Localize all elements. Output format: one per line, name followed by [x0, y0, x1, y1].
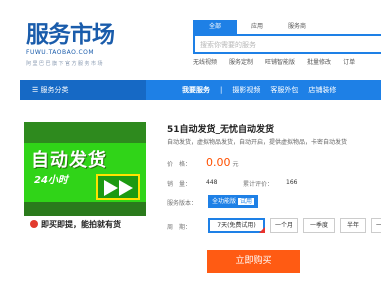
period-option-halfyear[interactable]: 半年	[340, 218, 366, 233]
nav-item-shop-decoration[interactable]: 店铺装修	[308, 80, 336, 100]
price-label: 价 格：	[167, 161, 192, 168]
nav-item-my-service[interactable]: 我要服务	[182, 80, 210, 100]
logo-domain: FUWU.TAOBAO.COM	[26, 49, 95, 56]
category-label: 服务分类	[40, 86, 69, 94]
product-image-hours: 24小时	[34, 175, 68, 186]
version-label: 服务版本：	[167, 200, 198, 207]
reviews-value[interactable]: 166	[286, 179, 297, 186]
search-tabs: 全部 应用 服务商	[193, 20, 317, 34]
hot-search-links: 无线视频 服务定制 旺铺智能版 批量修改 订单	[193, 57, 367, 66]
main-nav: ☰ 服务分类 我要服务 | 摄影视频 客服外包 店铺装修	[20, 80, 381, 100]
play-icon	[96, 174, 140, 200]
period-option-quarter[interactable]: 一季度	[303, 218, 335, 233]
nav-links: 我要服务 | 摄影视频 客服外包 店铺装修	[182, 80, 346, 100]
product-image-slogan: 即买即提，能拍就有货	[30, 219, 121, 230]
nav-item-photo-video[interactable]: 摄影视频	[232, 80, 260, 100]
category-menu[interactable]: ☰ 服务分类	[20, 80, 146, 100]
logo-slogan: 阿里巴巴旗下官方服务市场	[26, 61, 105, 67]
trial-badge: 试用	[238, 198, 255, 205]
version-option[interactable]: 全功能版 试用	[208, 195, 259, 208]
page-root: 服务市场 FUWU.TAOBAO.COM 阿里巴巴旗下官方服务市场 全部 应用 …	[0, 0, 381, 281]
nav-divider: |	[220, 86, 223, 94]
product-description: 自动发货，虚拟物品发货，自动开启，提供虚拟物品，卡密自动发货	[167, 139, 348, 146]
sales-value: 448	[206, 179, 218, 186]
period-option-month[interactable]: 一个月	[270, 218, 298, 233]
product-title: 51自动发货_无忧自动发货	[167, 125, 275, 135]
hot-link[interactable]: 旺铺智能版	[265, 57, 295, 66]
search-input[interactable]: 搜索你需要的服务	[193, 34, 381, 54]
site-logo[interactable]: 服务市场 FUWU.TAOBAO.COM 阿里巴巴旗下官方服务市场	[26, 22, 115, 67]
search-tab-all[interactable]: 全部	[193, 20, 237, 34]
product-image-title: 自动发货	[31, 150, 107, 171]
hot-link[interactable]: 服务定制	[229, 57, 253, 66]
menu-icon: ☰	[32, 86, 41, 94]
sales-label: 销 量：	[167, 181, 192, 188]
reviews-label: 累计评价：	[243, 181, 274, 188]
logo-title: 服务市场	[26, 22, 115, 48]
product-image[interactable]: 自动发货 24小时 即买即提，能拍就有货	[24, 122, 146, 239]
hot-link[interactable]: 无线视频	[193, 57, 217, 66]
period-option-7days[interactable]: 7天(免费试用)	[208, 218, 265, 233]
search-tab-apps[interactable]: 应用	[237, 20, 277, 34]
search-tab-providers[interactable]: 服务商	[277, 20, 317, 34]
search-placeholder: 搜索你需要的服务	[200, 41, 256, 49]
price-value: 0.00 元	[206, 156, 239, 169]
buy-now-button[interactable]: 立即购买	[207, 250, 300, 273]
hot-link[interactable]: 订单	[343, 57, 355, 66]
nav-item-customer-service[interactable]: 客服外包	[270, 80, 298, 100]
price-unit: 元	[232, 161, 239, 168]
bullet-icon	[30, 220, 38, 228]
hot-link[interactable]: 批量修改	[307, 57, 331, 66]
period-label: 周 期：	[167, 224, 192, 231]
period-option-year[interactable]: 一年	[371, 218, 381, 233]
